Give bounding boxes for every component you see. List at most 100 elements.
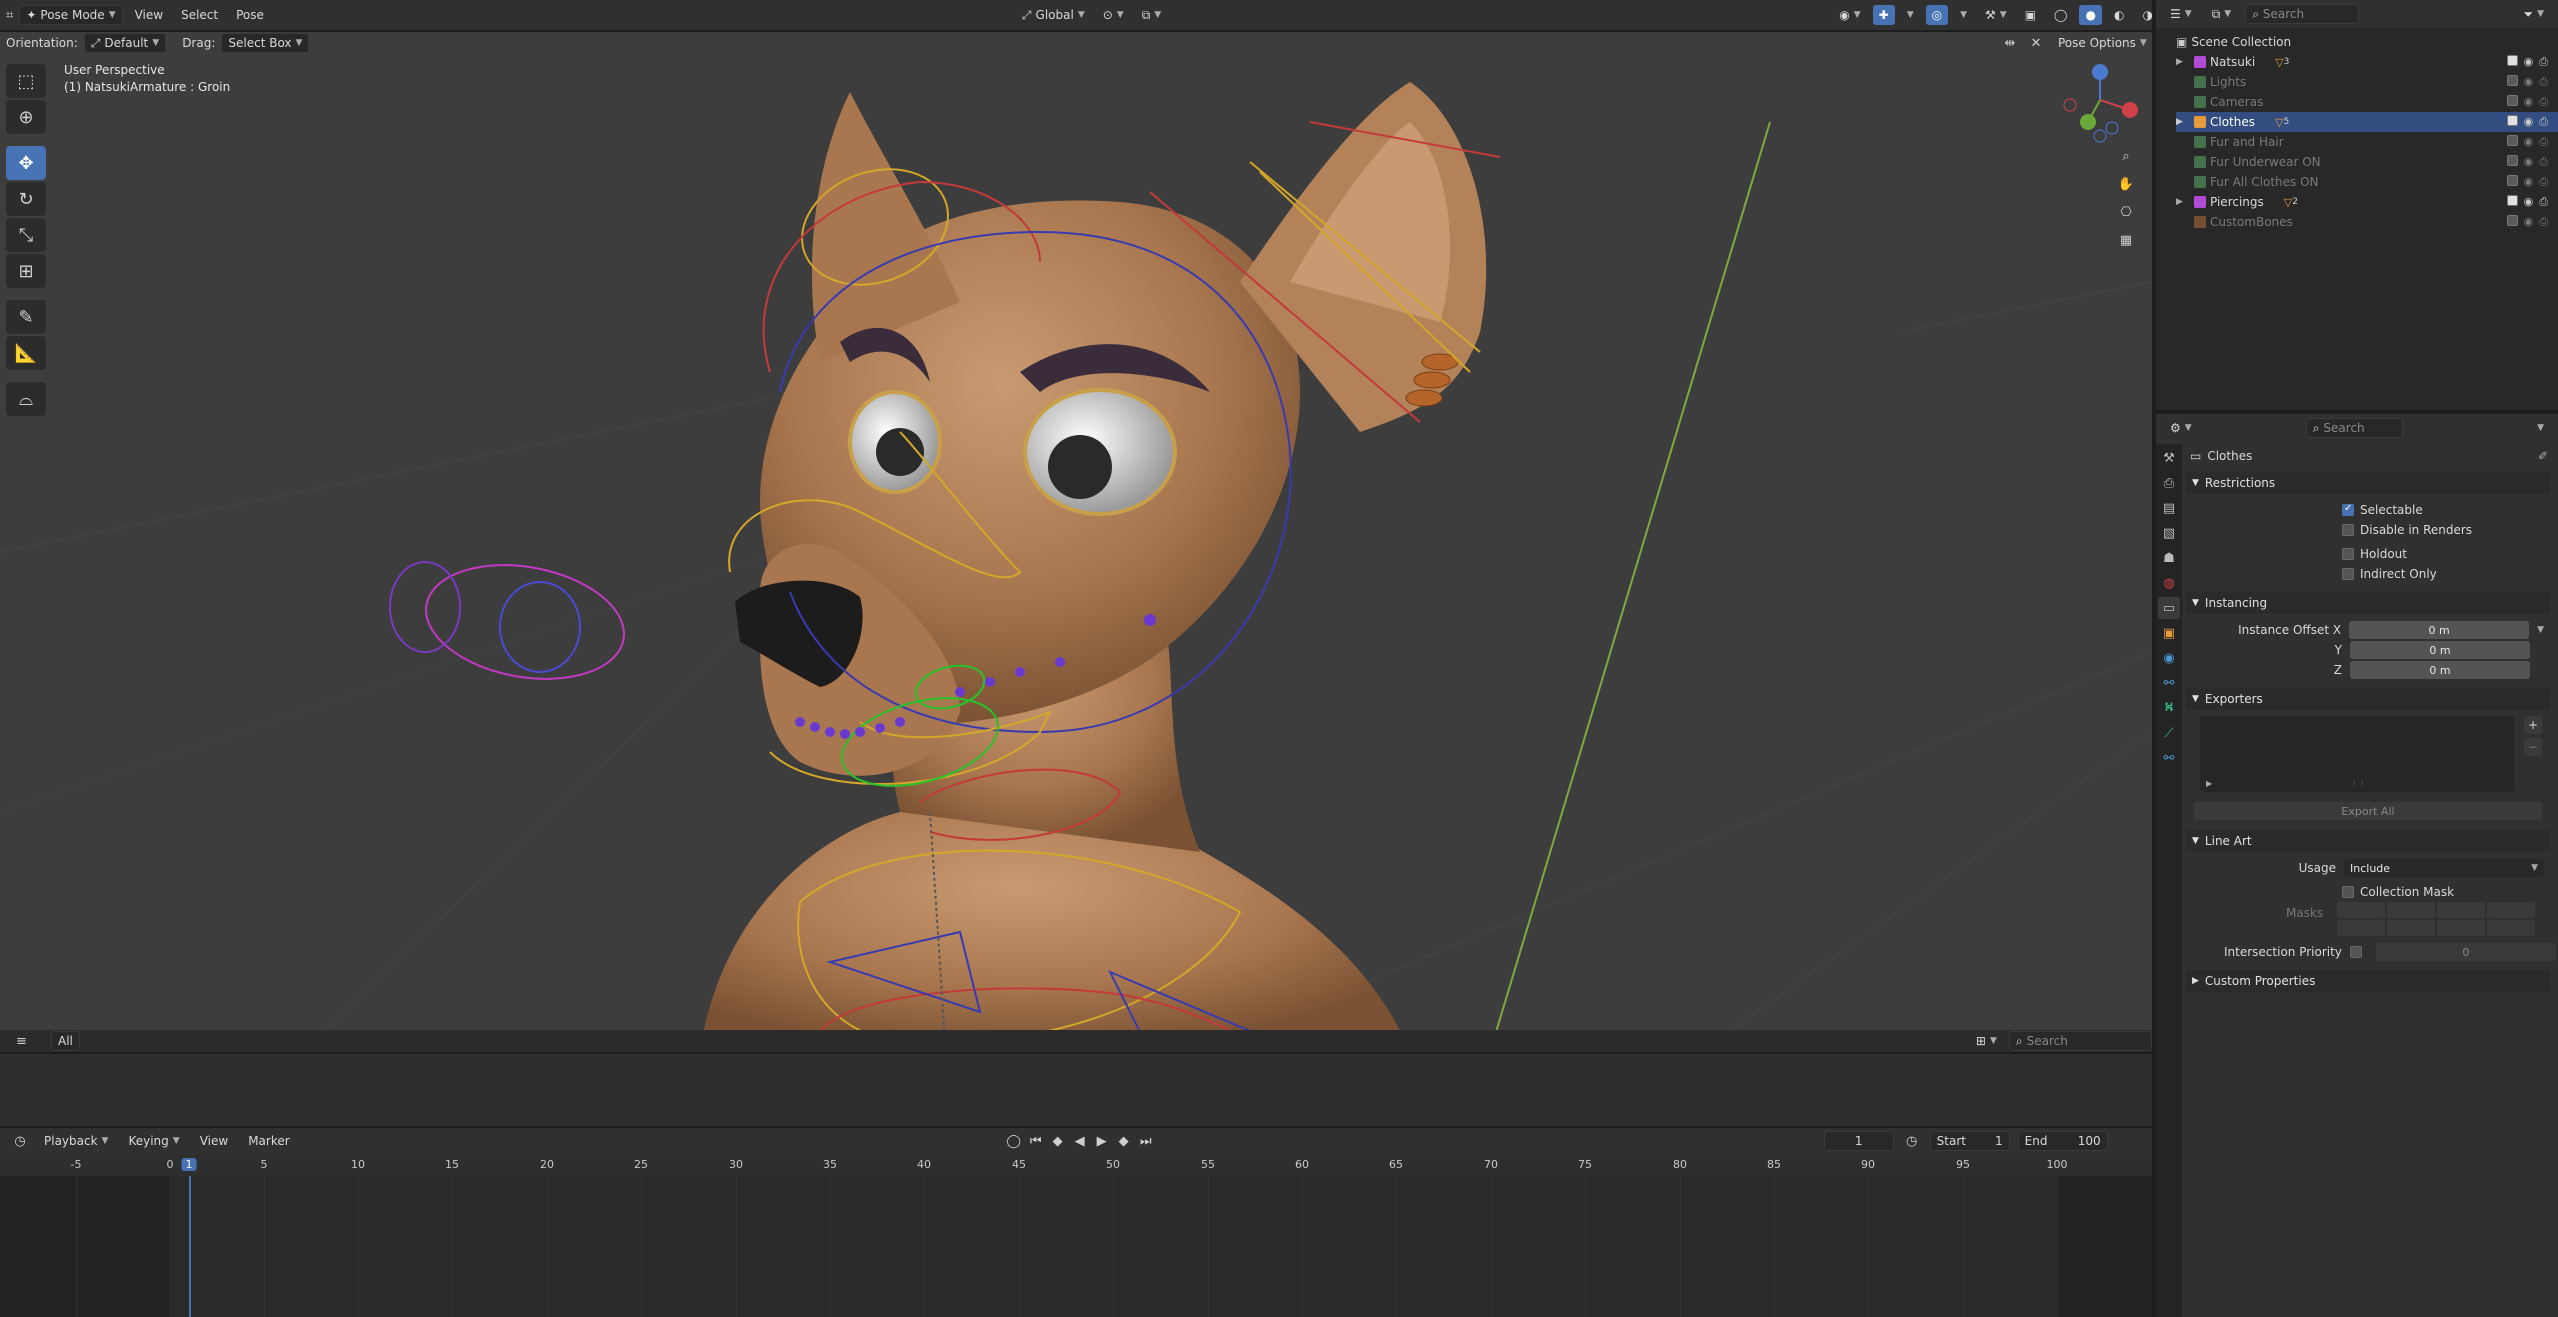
orientation-dropdown[interactable]: ⤢ Default ▼ — [83, 33, 167, 53]
pin-icon[interactable]: ✐ — [2538, 449, 2548, 463]
outliner-row-fur-underwear[interactable]: Fur Underwear ON ◉ ⎙ — [2176, 152, 2558, 172]
eye-icon[interactable]: ◉ — [2524, 115, 2534, 129]
include-checkbox[interactable] — [2506, 195, 2518, 206]
play-reverse-icon[interactable]: ◀ — [1070, 1131, 1090, 1151]
instancing-panel-header[interactable]: ▼ Instancing — [2186, 592, 2550, 614]
cursor-tool[interactable]: ⊕ — [6, 100, 46, 134]
eye-icon[interactable]: ◉ — [2524, 215, 2534, 229]
collection-mask-checkbox[interactable]: Collection Mask — [2156, 882, 2558, 902]
timeline-area[interactable]: -5 0 1 5 10 15 20 25 30 35 40 45 50 55 6… — [0, 1154, 2152, 1317]
overlay-dropdown[interactable]: ▼ — [1954, 5, 1973, 25]
menu-select[interactable]: Select — [175, 5, 224, 25]
pivot-dropdown[interactable]: ⊙ ▼ — [1097, 5, 1130, 25]
clock-icon[interactable]: ◷ — [1902, 1131, 1922, 1151]
restrictions-panel-header[interactable]: ▼ Restrictions — [2186, 472, 2550, 494]
display-mode-dropdown[interactable]: ⧉ ▼ — [2206, 4, 2238, 24]
outliner-row-cameras[interactable]: Cameras ◉ ⎙ — [2176, 92, 2558, 112]
properties-search[interactable]: ⌕ Search — [2305, 418, 2404, 438]
camera-icon[interactable]: ⎙ — [2539, 115, 2548, 129]
rotate-tool[interactable]: ↻ — [6, 182, 46, 216]
shading-solid[interactable]: ● — [2079, 5, 2102, 25]
bone-overlay-dropdown[interactable]: ⚒ ▼ — [1979, 5, 2013, 25]
properties-editor-dropdown[interactable]: ⚙ ▼ — [2164, 418, 2198, 438]
mode-dropdown[interactable]: ✦ Pose Mode ▼ — [19, 5, 123, 25]
remove-exporter-button[interactable]: − — [2524, 738, 2542, 756]
annotate-tool[interactable]: ✎ — [6, 300, 46, 334]
outliner-row-piercings[interactable]: ▶ Piercings ▽ 2 ◉ ⎙ — [2176, 192, 2558, 212]
line-art-panel-header[interactable]: ▼ Line Art — [2186, 830, 2550, 852]
expand-arrow-icon[interactable]: ▶ — [2176, 117, 2188, 127]
menu-marker[interactable]: Marker — [242, 1131, 295, 1151]
auto-key-icon[interactable]: ◯ — [1004, 1131, 1024, 1151]
disable-in-renders-checkbox[interactable]: Disable in Renders — [2342, 520, 2558, 540]
list-resize-handle[interactable]: ⋮⋮ — [2350, 779, 2366, 788]
select-box-tool[interactable]: ⬚ — [6, 64, 46, 98]
playhead-frame[interactable]: 1 — [181, 1158, 197, 1171]
include-checkbox[interactable] — [2506, 55, 2518, 66]
transform-orientation-dropdown[interactable]: ⤢ Global ▼ — [1016, 5, 1091, 25]
ortho-grid-icon[interactable]: ▦ — [2116, 230, 2136, 250]
play-icon[interactable]: ▶ — [1092, 1131, 1112, 1151]
pan-hand-icon[interactable]: ✋ — [2116, 174, 2136, 194]
shading-wireframe[interactable]: ◯ — [2048, 5, 2073, 25]
outliner-row-clothes[interactable]: ▶ Clothes ▽ 5 ◉ ⎙ — [2176, 112, 2558, 132]
instance-offset-z-field[interactable]: 0 m — [2350, 661, 2530, 679]
eye-icon[interactable]: ◉ — [2524, 75, 2534, 89]
start-frame-field[interactable]: Start 1 — [1929, 1131, 2010, 1151]
usage-dropdown[interactable]: Include ▼ — [2344, 859, 2544, 877]
instance-offset-y-field[interactable]: 0 m — [2350, 641, 2530, 659]
navigation-gizmo[interactable] — [2050, 60, 2140, 150]
holdout-checkbox[interactable]: Holdout — [2342, 544, 2558, 564]
intersection-priority-checkbox[interactable] — [2349, 946, 2362, 958]
xray-toggle[interactable]: ▣ — [2019, 5, 2042, 25]
camera-icon[interactable]: ⎙ — [2539, 55, 2548, 69]
exporters-list[interactable]: ▶ ⋮⋮ — [2200, 716, 2514, 792]
outliner-row-custom-bones[interactable]: CustomBones ◉ ⎙ — [2176, 212, 2558, 232]
tab-all[interactable]: All — [50, 1031, 80, 1051]
camera-icon[interactable]: ⎙ — [2539, 155, 2548, 169]
outliner-row-fur-all-clothes[interactable]: Fur All Clothes ON ◉ ⎙ — [2176, 172, 2558, 192]
timeline-editor-icon[interactable]: ◷ — [10, 1131, 30, 1151]
outliner-search[interactable]: ⌕ Search — [2245, 4, 2360, 24]
eye-icon[interactable]: ◉ — [2524, 155, 2534, 169]
chevron-down-icon[interactable]: ▼ — [2537, 625, 2544, 635]
close-icon[interactable]: ✕ — [2026, 33, 2046, 53]
gizmo-toggle[interactable]: ✚ — [1872, 5, 1895, 25]
next-keyframe-icon[interactable]: ◆ — [1114, 1131, 1134, 1151]
eye-icon[interactable]: ◉ — [2524, 195, 2534, 209]
transform-tool[interactable]: ⊞ — [6, 254, 46, 288]
outliner-row-natsuki[interactable]: ▶ Natsuki ▽ 3 ◉ ⎙ — [2176, 52, 2558, 72]
instance-offset-x-field[interactable]: 0 m — [2349, 621, 2530, 639]
camera-icon[interactable]: ⎙ — [2539, 195, 2548, 209]
include-checkbox[interactable] — [2506, 115, 2518, 126]
camera-icon[interactable]: ⎙ — [2539, 95, 2548, 109]
menu-view[interactable]: View — [129, 5, 169, 25]
menu-playback[interactable]: Playback ▼ — [38, 1131, 114, 1151]
include-checkbox[interactable] — [2506, 155, 2518, 166]
menu-timeline-view[interactable]: View — [194, 1131, 234, 1151]
menu-pose[interactable]: Pose — [230, 5, 270, 25]
current-frame-field[interactable]: 1 — [1823, 1131, 1894, 1151]
camera-icon[interactable]: ⎙ — [2539, 215, 2548, 229]
export-all-button[interactable]: Export All — [2194, 802, 2542, 820]
intersection-priority-field[interactable]: 0 — [2375, 943, 2556, 961]
asset-search[interactable]: ⌕ Search — [2008, 1031, 2152, 1051]
camera-icon[interactable]: ⎙ — [2539, 175, 2548, 189]
properties-options-dropdown[interactable]: ▼ — [2531, 418, 2550, 438]
scene-collection-row[interactable]: ▣ Scene Collection — [2176, 32, 2558, 52]
drag-dropdown[interactable]: Select Box ▼ — [221, 33, 310, 53]
visibility-dropdown[interactable]: ◉ ▼ — [1833, 5, 1866, 25]
playhead-line[interactable] — [189, 1176, 191, 1317]
editor-type-icon[interactable]: ⌗ — [6, 5, 13, 25]
shading-material[interactable]: ◐ — [2108, 5, 2130, 25]
jump-end-icon[interactable]: ⏭ — [1136, 1131, 1156, 1151]
custom-properties-panel-header[interactable]: ▶ Custom Properties — [2186, 970, 2550, 992]
eye-icon[interactable]: ◉ — [2524, 55, 2534, 69]
expand-arrow-icon[interactable]: ▶ — [2176, 197, 2188, 207]
include-checkbox[interactable] — [2506, 135, 2518, 146]
include-checkbox[interactable] — [2506, 175, 2518, 186]
jump-start-icon[interactable]: ⏮ — [1026, 1131, 1046, 1151]
include-checkbox[interactable] — [2506, 75, 2518, 86]
selectable-checkbox[interactable]: Selectable — [2342, 500, 2558, 520]
camera-icon[interactable]: ⎙ — [2539, 135, 2548, 149]
